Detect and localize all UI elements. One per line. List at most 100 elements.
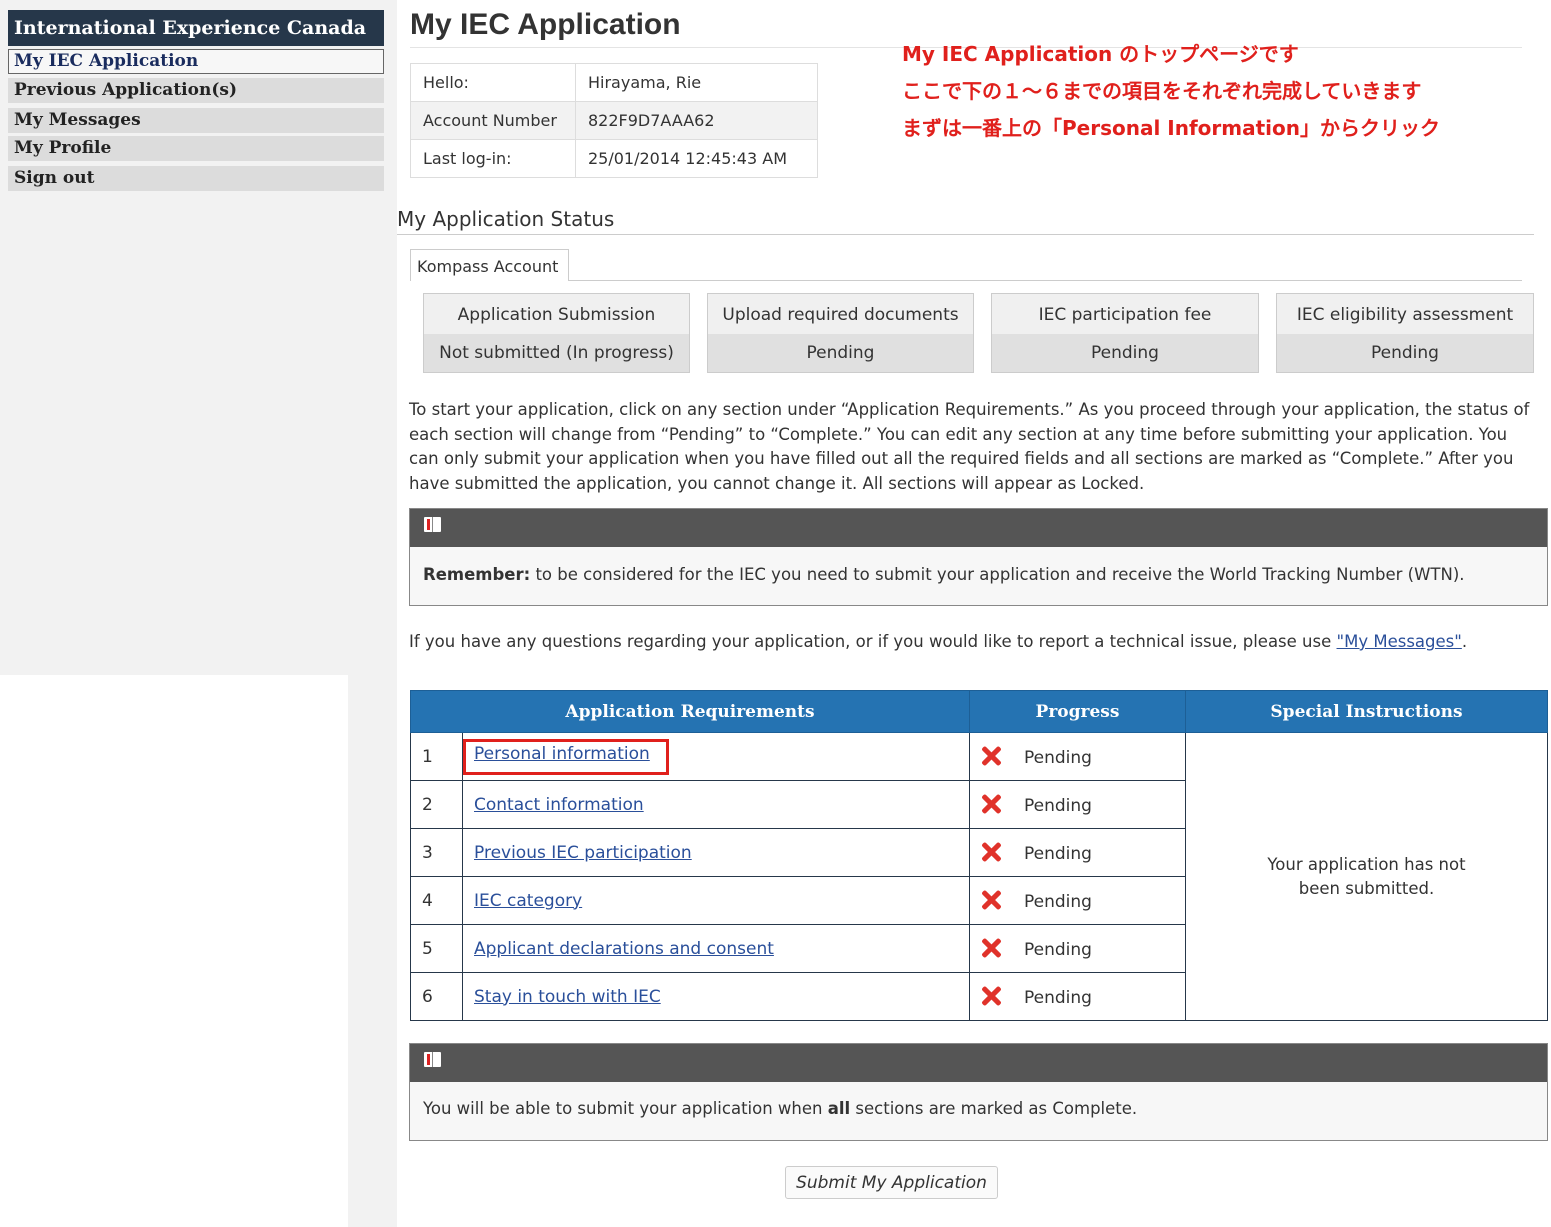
requirements-header-row: Application Requirements Progress Specia… [410, 690, 1548, 733]
book-icon [424, 1052, 441, 1067]
remember-notice: Remember: to be considered for the IEC y… [409, 508, 1548, 606]
requirement-link-personal-information[interactable]: Personal information [474, 744, 650, 764]
x-icon [980, 793, 1002, 815]
row-number: 5 [410, 924, 463, 973]
requirement-cell: Stay in touch with IEC [462, 972, 970, 1021]
progress-cell: Pending [969, 780, 1186, 829]
progress-status: Pending [1024, 892, 1092, 912]
status-step-eligibility-assessment: IEC eligibility assessment Pending [1276, 293, 1534, 373]
status-divider [397, 234, 1534, 235]
sidebar-bottom [348, 675, 397, 1227]
account-label: Last log-in: [410, 139, 576, 178]
tab-divider [569, 280, 1522, 281]
account-value: Hirayama, Rie [575, 63, 818, 102]
annotation-line: ここで下の１～６までの項目をそれぞれ完成していきます [902, 79, 1422, 103]
progress-status: Pending [1024, 748, 1092, 768]
remember-label: Remember: [423, 565, 531, 584]
row-number: 4 [410, 876, 463, 925]
progress-cell: Pending [969, 924, 1186, 973]
requirement-cell: Personal information [462, 732, 970, 781]
submit-notice: You will be able to submit your applicat… [409, 1043, 1548, 1141]
notice-bold: all [827, 1099, 851, 1118]
highlight-box: Personal information [463, 738, 669, 775]
progress-status: Pending [1024, 796, 1092, 816]
row-number: 2 [410, 780, 463, 829]
requirement-link-stay-in-touch[interactable]: Stay in touch with IEC [474, 987, 661, 1007]
contact-end: . [1461, 632, 1468, 651]
page-title: My IEC Application [410, 8, 681, 41]
account-value: 25/01/2014 12:45:43 AM [575, 139, 818, 178]
submit-application-button[interactable]: Submit My Application [785, 1166, 998, 1199]
x-icon [980, 745, 1002, 767]
progress-status: Pending [1024, 844, 1092, 864]
sidebar-header: International Experience Canada [8, 10, 384, 46]
requirement-cell: Previous IEC participation [462, 828, 970, 877]
progress-cell: Pending [969, 876, 1186, 925]
book-icon [424, 517, 441, 532]
my-messages-link[interactable]: "My Messages" [1337, 632, 1462, 651]
step-label: IEC eligibility assessment [1277, 294, 1533, 334]
status-heading: My Application Status [397, 207, 615, 231]
requirement-link-contact-information[interactable]: Contact information [474, 795, 644, 815]
notice-text: sections are marked as Complete. [850, 1099, 1138, 1118]
requirement-cell: Applicant declarations and consent [462, 924, 970, 973]
account-label: Account Number [410, 101, 576, 140]
intro-paragraph: To start your application, click on any … [409, 400, 1530, 493]
progress-status: Pending [1024, 988, 1092, 1008]
requirement-link-previous-participation[interactable]: Previous IEC participation [474, 843, 692, 863]
status-step-application-submission: Application Submission Not submitted (In… [423, 293, 690, 373]
notice-header [410, 509, 1547, 547]
sidebar-item-my-profile[interactable]: My Profile [8, 136, 384, 161]
sidebar-item-sign-out[interactable]: Sign out [8, 166, 384, 191]
progress-cell: Pending [969, 828, 1186, 877]
account-label: Hello: [410, 63, 576, 102]
x-icon [980, 985, 1002, 1007]
row-number: 1 [410, 732, 463, 781]
requirement-link-iec-category[interactable]: IEC category [474, 891, 582, 911]
progress-status: Pending [1024, 940, 1092, 960]
step-status: Pending [992, 334, 1258, 372]
instructions-line: Your application has not [1267, 854, 1466, 874]
x-icon [980, 889, 1002, 911]
x-icon [980, 937, 1002, 959]
tab-kompass-account[interactable]: Kompass Account [410, 249, 569, 281]
row-number: 3 [410, 828, 463, 877]
special-instructions: Your application has not been submitted. [1185, 732, 1548, 1021]
x-icon [980, 841, 1002, 863]
notice-body: Remember: to be considered for the IEC y… [410, 547, 1547, 605]
contact-text: If you have any questions regarding your… [409, 632, 1337, 651]
remember-text: to be considered for the IEC you need to… [530, 565, 1465, 584]
status-step-upload-documents: Upload required documents Pending [707, 293, 974, 373]
annotation-line: まずは一番上の「Personal Information」からクリック [902, 116, 1440, 140]
table-row: 1 Personal information Pending Your appl… [410, 732, 1548, 1021]
step-status: Not submitted (In progress) [424, 334, 689, 372]
account-row-number: Account Number 822F9D7AAA62 [410, 101, 818, 140]
step-status: Pending [1277, 334, 1533, 372]
progress-cell: Pending [969, 972, 1186, 1021]
sidebar-item-previous-applications[interactable]: Previous Application(s) [8, 78, 384, 103]
sidebar-item-my-messages[interactable]: My Messages [8, 108, 384, 133]
notice-text: You will be able to submit your applicat… [423, 1099, 828, 1118]
step-label: IEC participation fee [992, 294, 1258, 334]
account-value: 822F9D7AAA62 [575, 101, 818, 140]
row-number: 6 [410, 972, 463, 1021]
account-row-last-login: Last log-in: 25/01/2014 12:45:43 AM [410, 139, 818, 178]
account-row-hello: Hello: Hirayama, Rie [410, 63, 818, 102]
notice-header [410, 1044, 1547, 1082]
requirement-link-declarations[interactable]: Applicant declarations and consent [474, 939, 774, 959]
step-label: Application Submission [424, 294, 689, 334]
header-progress: Progress [969, 690, 1186, 733]
annotation-line: My IEC Application のトップページです [902, 42, 1299, 66]
sidebar-item-my-iec-application[interactable]: My IEC Application [8, 49, 384, 74]
step-label: Upload required documents [708, 294, 973, 334]
status-step-participation-fee: IEC participation fee Pending [991, 293, 1259, 373]
header-requirements: Application Requirements [410, 690, 970, 733]
requirements-table: Application Requirements Progress Specia… [410, 690, 1548, 1021]
step-status: Pending [708, 334, 973, 372]
header-special-instructions: Special Instructions [1185, 690, 1548, 733]
requirement-cell: Contact information [462, 780, 970, 829]
progress-cell: Pending [969, 732, 1186, 781]
notice-body: You will be able to submit your applicat… [410, 1082, 1547, 1140]
account-info-table: Hello: Hirayama, Rie Account Number 822F… [410, 63, 818, 178]
requirement-cell: IEC category [462, 876, 970, 925]
